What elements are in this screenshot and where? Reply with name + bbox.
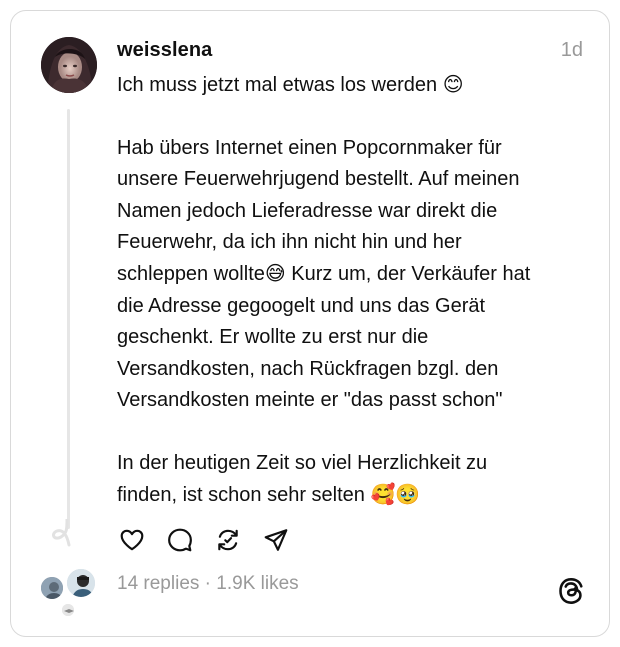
speech-bubble-icon — [168, 528, 192, 552]
author-avatar[interactable] — [41, 37, 97, 93]
sweat-smile-emoji: 😅 — [264, 261, 286, 286]
replies-count[interactable]: 14 replies — [117, 573, 199, 594]
post-paragraph-2b: Kurz um, der Verkäufer hat die Adresse g… — [117, 263, 531, 412]
like-button[interactable] — [117, 525, 147, 555]
reply-avatar-3 — [61, 603, 75, 617]
heart-icon — [120, 529, 144, 551]
reply-button[interactable] — [165, 525, 195, 555]
repost-button[interactable] — [213, 525, 243, 555]
reply-avatar-2 — [65, 567, 97, 599]
share-button[interactable] — [261, 525, 291, 555]
heart-eyes-emoji: 🥰🥹 — [370, 482, 421, 507]
thread-line — [67, 109, 70, 529]
send-icon — [264, 529, 288, 551]
likes-count[interactable]: 1.9K likes — [216, 573, 298, 594]
post-text-line1: Ich muss jetzt mal etwas los werden — [117, 74, 443, 96]
post-body: Ich muss jetzt mal etwas los werden 😊 Ha… — [117, 69, 597, 512]
reply-avatars[interactable] — [39, 567, 103, 617]
threads-logo-icon[interactable] — [557, 577, 585, 605]
post-card: weisslena 1d Ich muss jetzt mal etwas lo… — [10, 10, 610, 637]
author-username[interactable]: weisslena — [117, 39, 212, 62]
post-stats: 14 replies · 1.9K likes — [117, 573, 299, 595]
stats-separator: · — [199, 573, 217, 594]
smile-emoji: 😊 — [442, 72, 464, 96]
reply-avatar-1 — [39, 575, 65, 601]
repost-icon — [218, 529, 238, 551]
post-timestamp: 1d — [560, 39, 583, 61]
post-paragraph-3: In der heutigen Zeit so viel Herzlichkei… — [117, 451, 488, 507]
thread-curl — [52, 519, 71, 547]
action-bar — [117, 525, 291, 555]
